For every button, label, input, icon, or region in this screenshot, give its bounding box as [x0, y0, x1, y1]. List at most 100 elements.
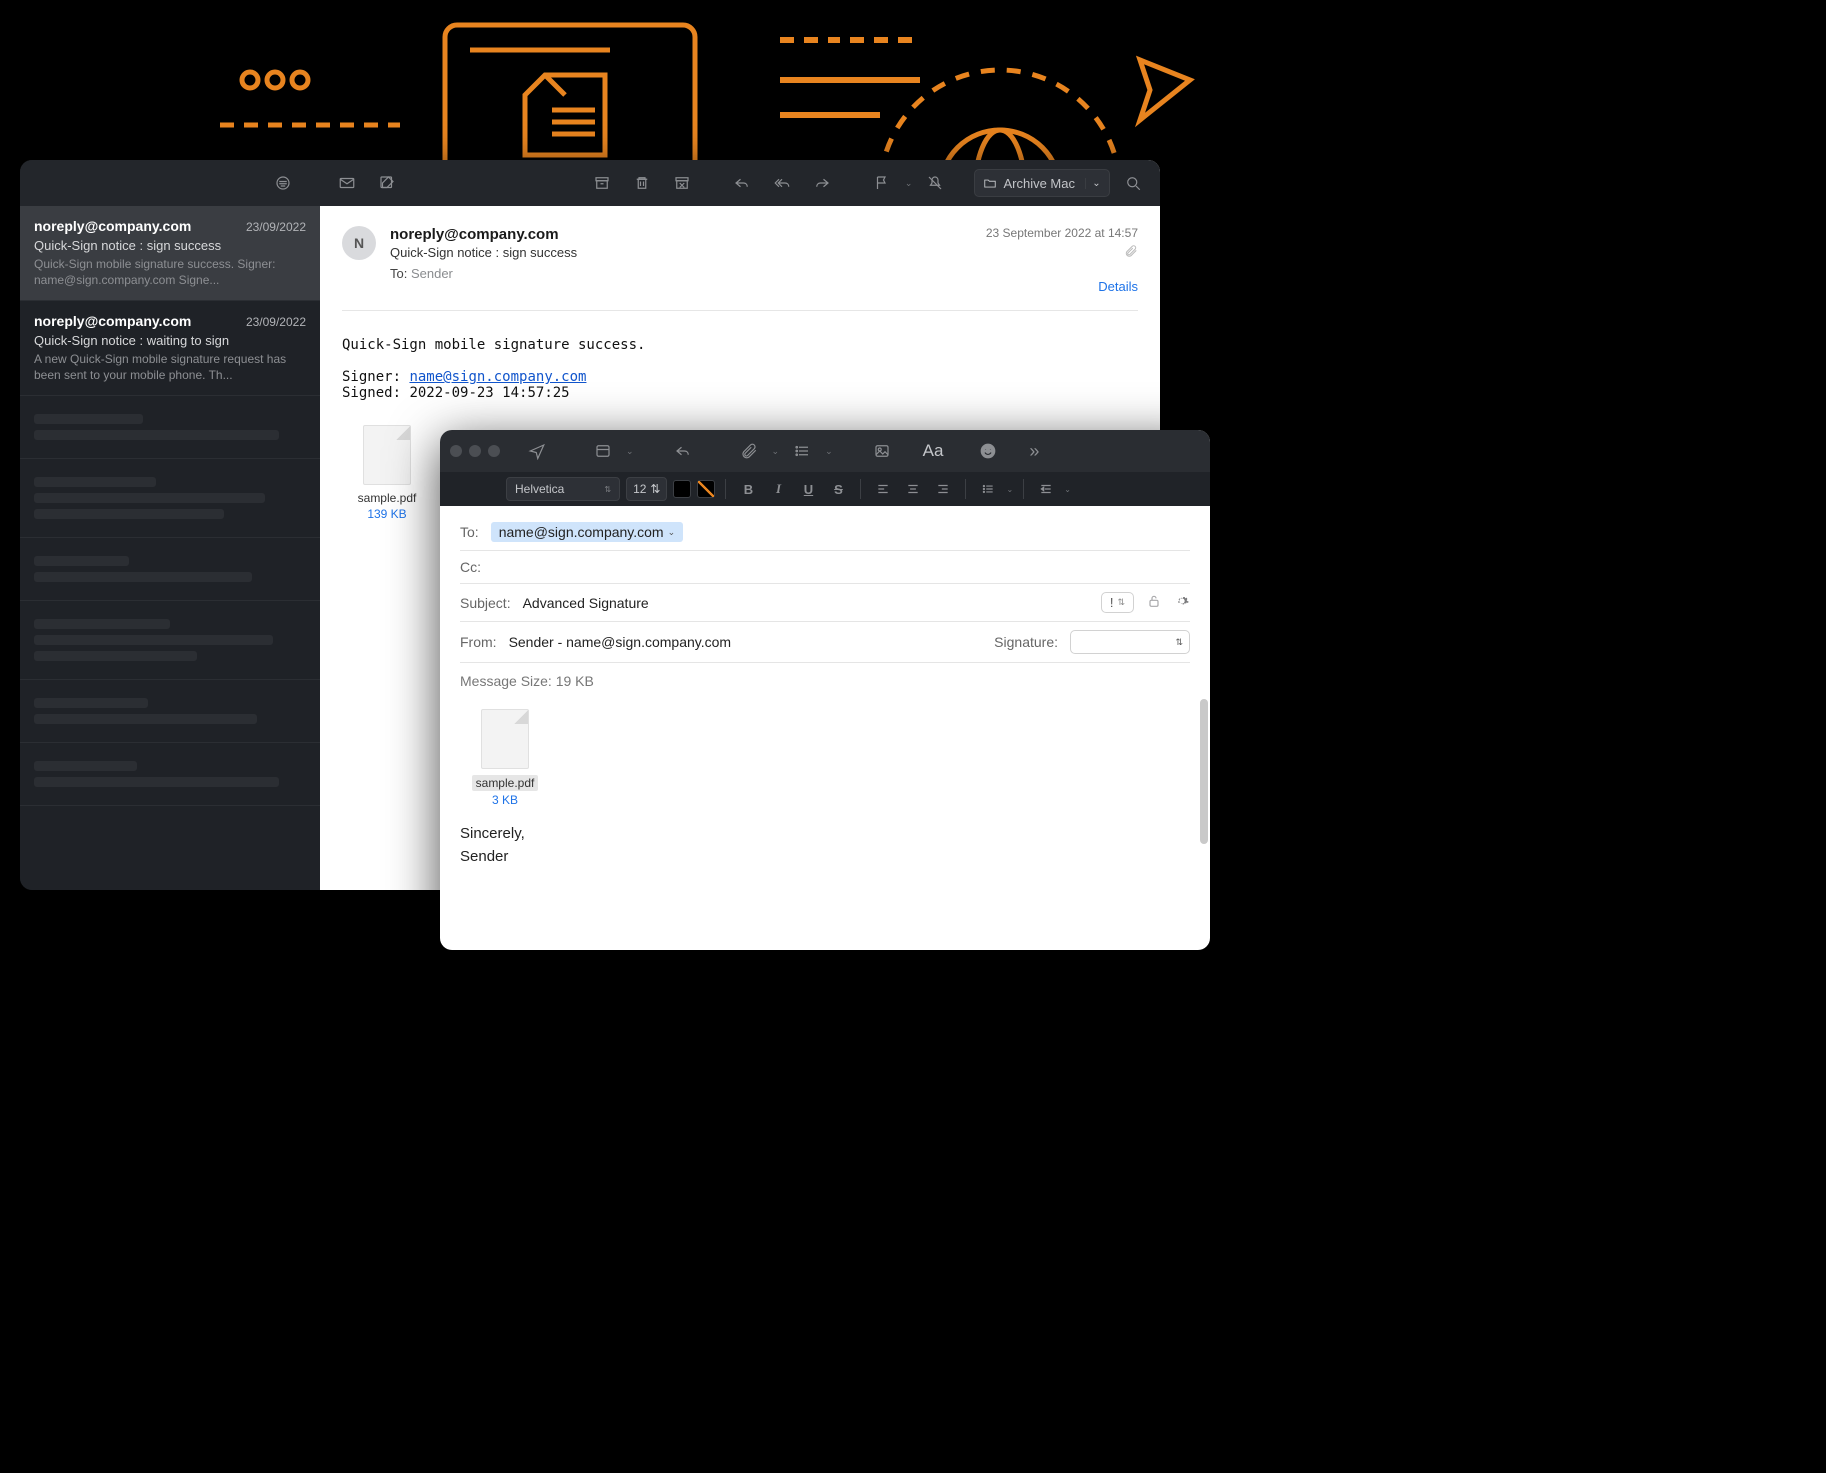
recipient-chip[interactable]: name@sign.company.com⌄: [491, 522, 683, 542]
window-controls[interactable]: [450, 445, 500, 457]
to-label: To:: [460, 524, 479, 540]
align-right-button[interactable]: [931, 478, 955, 500]
text-color-swatch[interactable]: [673, 480, 691, 498]
message-item-placeholder: [20, 396, 320, 459]
file-icon: [481, 709, 529, 769]
signature-line: Sincerely,: [460, 825, 1190, 842]
chevron-down-icon: ⌄: [668, 527, 676, 538]
message-item[interactable]: noreply@company.com 23/09/2022 Quick-Sig…: [20, 206, 320, 301]
archive-icon[interactable]: [585, 168, 619, 198]
to-field[interactable]: To: name@sign.company.com⌄: [460, 514, 1190, 551]
folder-select[interactable]: Archive Mac ⌄: [974, 169, 1110, 197]
photo-icon[interactable]: [865, 436, 899, 466]
trash-icon[interactable]: [625, 168, 659, 198]
emoji-icon[interactable]: [971, 436, 1005, 466]
cc-field[interactable]: Cc:: [460, 551, 1190, 584]
reply-icon[interactable]: [666, 436, 700, 466]
subject-value: Advanced Signature: [523, 595, 1089, 611]
format-icon[interactable]: Aa: [923, 436, 944, 466]
signature-label: Signature:: [994, 634, 1058, 650]
signature-block: Sincerely, Sender: [460, 825, 1190, 865]
indent-button[interactable]: [1034, 478, 1058, 500]
cc-label: Cc:: [460, 559, 481, 575]
list-icon[interactable]: [785, 436, 819, 466]
decorative-lines: [770, 20, 930, 140]
mail-icon[interactable]: [330, 168, 364, 198]
message-header: N noreply@company.com Quick-Sign notice …: [342, 226, 1138, 311]
reply-icon[interactable]: [725, 168, 759, 198]
bold-button[interactable]: B: [736, 478, 760, 500]
compose-fields: To: name@sign.company.com⌄ Cc: Subject: …: [440, 506, 1210, 663]
attach-icon[interactable]: [732, 436, 766, 466]
message-subject: Quick-Sign notice : waiting to sign: [34, 333, 306, 348]
reader-toolbar: ⌄ Archive Mac ⌄: [320, 160, 1160, 206]
signature-select[interactable]: ⇅: [1070, 630, 1190, 654]
from-value: Sender - name@sign.company.com: [509, 634, 983, 650]
scrollbar[interactable]: [1198, 699, 1208, 940]
sidebar-menu-icon[interactable]: [266, 168, 300, 198]
reply-all-icon[interactable]: [765, 168, 799, 198]
flag-icon[interactable]: [865, 168, 899, 198]
font-size-select[interactable]: 12 ⇅: [626, 477, 667, 501]
chevron-down-icon: ⌄: [1085, 178, 1101, 189]
attachment-indicator-icon: [986, 244, 1138, 261]
align-left-button[interactable]: [871, 478, 895, 500]
message-item[interactable]: noreply@company.com 23/09/2022 Quick-Sig…: [20, 301, 320, 396]
bullets-button[interactable]: [976, 478, 1000, 500]
compose-body[interactable]: sample.pdf 3 KB Sincerely, Sender: [440, 699, 1210, 950]
signature-line: Sender: [460, 848, 1190, 865]
overflow-icon[interactable]: »: [1017, 436, 1051, 466]
attachment-name: sample.pdf: [472, 775, 539, 791]
signer-email-link[interactable]: name@sign.company.com: [409, 369, 586, 385]
priority-select[interactable]: !⇅: [1101, 592, 1134, 613]
message-date: 23/09/2022: [246, 220, 306, 234]
file-icon: [363, 425, 411, 485]
decorative-background: [220, 20, 420, 140]
message-list: noreply@company.com 23/09/2022 Quick-Sig…: [20, 206, 320, 890]
junk-icon[interactable]: [665, 168, 699, 198]
folder-select-label: Archive Mac: [1003, 176, 1075, 191]
compose-toolbar: ⌄ ⌄ ⌄ Aa » Helvetica ⇅ 12 ⇅: [440, 430, 1210, 506]
compose-attachment-tile[interactable]: sample.pdf 3 KB: [460, 709, 550, 807]
details-link[interactable]: Details: [986, 279, 1138, 294]
font-select[interactable]: Helvetica ⇅: [506, 477, 620, 501]
chevron-updown-icon: ⇅: [650, 482, 660, 496]
search-icon[interactable]: [1116, 168, 1150, 198]
message-sender: noreply@company.com: [34, 218, 191, 234]
decorative-document: [440, 20, 700, 170]
chevron-updown-icon: ⇅: [604, 485, 611, 494]
header-fields-icon[interactable]: [586, 436, 620, 466]
send-icon[interactable]: [520, 436, 554, 466]
message-item-placeholder: [20, 538, 320, 601]
message-subject-line: Quick-Sign notice : sign success: [390, 245, 972, 260]
message-subject: Quick-Sign notice : sign success: [34, 238, 306, 253]
attachment-size: 139 KB: [342, 507, 432, 521]
compose-icon[interactable]: [370, 168, 404, 198]
message-date: 23/09/2022: [246, 315, 306, 329]
message-list-sidebar: noreply@company.com 23/09/2022 Quick-Sig…: [20, 160, 320, 890]
sidebar-toolbar: [20, 160, 320, 206]
mute-icon[interactable]: [918, 168, 952, 198]
message-item-placeholder: [20, 680, 320, 743]
bg-color-swatch[interactable]: [697, 480, 715, 498]
from-label: From:: [460, 634, 497, 650]
from-field[interactable]: From: Sender - name@sign.company.com Sig…: [460, 622, 1190, 663]
attachment-tile[interactable]: sample.pdf 139 KB: [342, 425, 432, 521]
message-sender: noreply@company.com: [34, 313, 191, 329]
attachment-size: 3 KB: [460, 793, 550, 807]
strike-button[interactable]: S: [826, 478, 850, 500]
align-center-button[interactable]: [901, 478, 925, 500]
message-from: noreply@company.com: [390, 226, 972, 243]
forward-icon[interactable]: [805, 168, 839, 198]
subject-field[interactable]: Subject: Advanced Signature !⇅: [460, 584, 1190, 622]
message-body: Quick-Sign mobile signature success. Sig…: [342, 337, 1138, 401]
lock-icon[interactable]: [1146, 593, 1162, 612]
gear-icon[interactable]: [1174, 593, 1190, 612]
italic-button[interactable]: I: [766, 478, 790, 500]
attachment-name: sample.pdf: [342, 491, 432, 505]
underline-button[interactable]: U: [796, 478, 820, 500]
message-date-full: 23 September 2022 at 14:57: [986, 226, 1138, 240]
format-bar: Helvetica ⇅ 12 ⇅ B I U S ⌄: [440, 472, 1210, 506]
compose-window: ⌄ ⌄ ⌄ Aa » Helvetica ⇅ 12 ⇅: [440, 430, 1210, 950]
avatar: N: [342, 226, 376, 260]
